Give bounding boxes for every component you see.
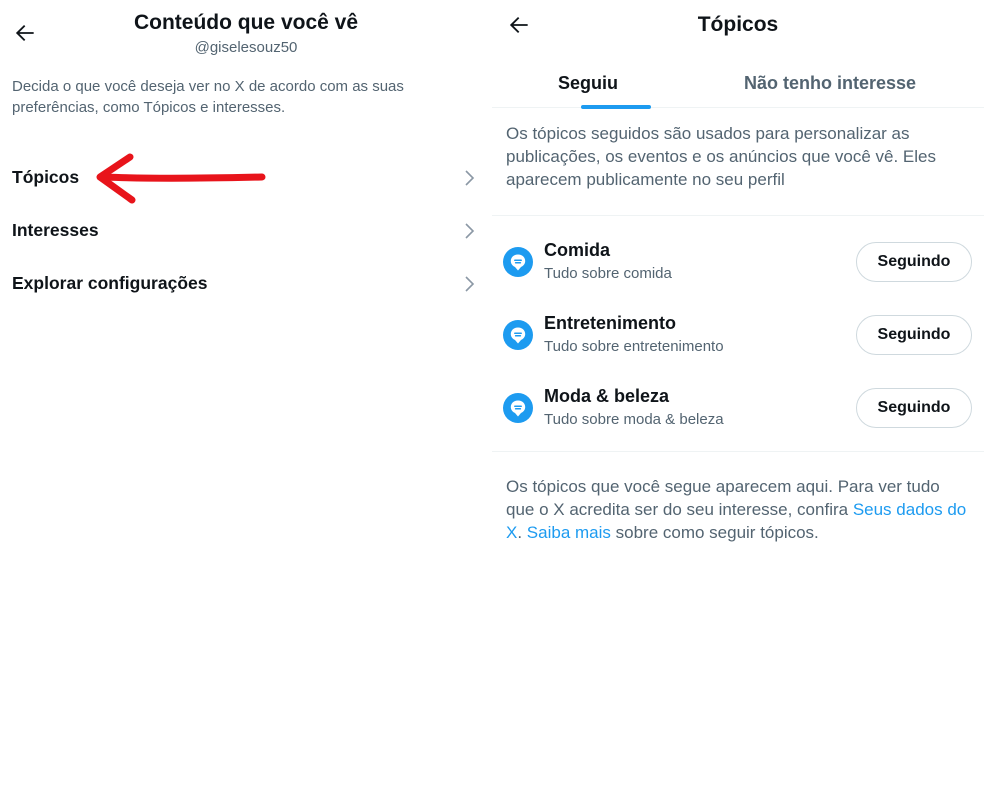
topics-footer-text: Os tópicos que você segue aparecem aqui.… <box>506 475 972 544</box>
topic-row: Comida Tudo sobre comida Seguindo <box>492 232 984 292</box>
footer-text: . <box>517 523 527 542</box>
following-button[interactable]: Seguindo <box>856 388 972 428</box>
topic-name: Moda & beleza <box>544 386 670 406</box>
page-title: Conteúdo que você vê <box>133 11 359 34</box>
topics-description: Os tópicos seguidos são usados para pers… <box>506 124 936 189</box>
chevron-right-icon <box>465 170 475 186</box>
tab-not-interested[interactable]: Não tenho interesse <box>724 58 936 108</box>
page-description: Decida o que você deseja ver no X de aco… <box>12 78 404 116</box>
chevron-right-icon <box>465 276 475 292</box>
topic-subtitle: Tudo sobre comida <box>544 265 672 282</box>
topic-subtitle: Tudo sobre entretenimento <box>544 338 724 355</box>
topic-bubble-icon <box>503 247 533 277</box>
menu-item-label: Interesses <box>12 220 99 240</box>
topic-row: Entretenimento Tudo sobre entretenimento… <box>492 305 984 365</box>
divider <box>492 215 984 216</box>
page-title: Tópicos <box>697 13 779 36</box>
topic-subtitle: Tudo sobre moda & beleza <box>544 411 724 428</box>
learn-more-link[interactable]: Saiba mais <box>527 523 611 542</box>
content-preferences-panel: Conteúdo que você vê @giselesouz50 Decid… <box>0 0 492 790</box>
red-arrow-annotation-icon <box>96 153 266 204</box>
chevron-right-icon <box>465 223 475 239</box>
following-button[interactable]: Seguindo <box>856 315 972 355</box>
topics-panel: Tópicos Seguiu Não tenho interesse Os tó… <box>492 0 984 790</box>
topic-bubble-icon <box>503 393 533 423</box>
active-tab-indicator <box>581 105 651 109</box>
menu-item-label: Tópicos <box>12 167 80 187</box>
menu-item-explore-settings[interactable]: Explorar configurações <box>0 261 492 307</box>
tab-label: Seguiu <box>557 72 618 93</box>
following-button[interactable]: Seguindo <box>856 242 972 282</box>
topic-name: Comida <box>544 240 611 260</box>
menu-item-interests[interactable]: Interesses <box>0 208 492 254</box>
user-handle: @giselesouz50 <box>194 39 298 56</box>
tab-bar: Seguiu Não tenho interesse <box>492 58 984 109</box>
tab-label: Não tenho interesse <box>743 72 917 93</box>
topic-name: Entretenimento <box>544 313 677 333</box>
tab-followed[interactable]: Seguiu <box>522 58 654 109</box>
divider <box>492 451 984 452</box>
topic-row: Moda & beleza Tudo sobre moda & beleza S… <box>492 378 984 438</box>
topic-bubble-icon <box>503 320 533 350</box>
menu-item-label: Explorar configurações <box>12 273 208 293</box>
footer-text: sobre como seguir tópicos. <box>610 523 819 542</box>
